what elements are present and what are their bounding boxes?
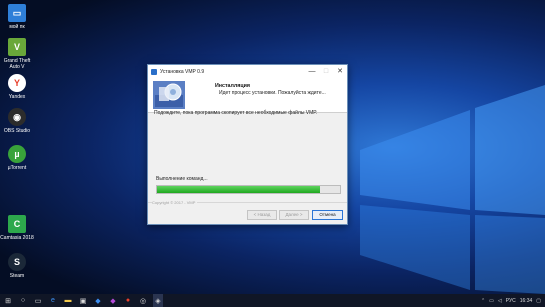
desktop-icon-utorrent[interactable]: µ µTorrent — [0, 145, 34, 171]
desktop-icon-gta[interactable]: V Grand Theft Auto V — [0, 38, 34, 70]
desktop-icon-obs[interactable]: ◉ OBS Studio — [0, 108, 34, 134]
next-button[interactable]: Далее > — [279, 210, 309, 220]
search-icon[interactable]: ○ — [18, 294, 28, 307]
installer-logo-icon — [153, 81, 185, 109]
dialog-header: Инсталляция Идет процесс установки. Пожа… — [148, 78, 347, 113]
utorrent-icon: µ — [8, 145, 26, 163]
desktop-icon-computer[interactable]: ▭ мой пк — [0, 4, 34, 30]
network-icon[interactable]: ▭ — [489, 298, 494, 304]
task-view-icon[interactable]: ▭ — [33, 294, 43, 307]
maximize-button[interactable]: □ — [319, 65, 333, 78]
back-button[interactable]: < Назад — [247, 210, 277, 220]
obs-icon: ◉ — [8, 108, 26, 126]
installer-taskbar-icon[interactable]: ◈ — [153, 294, 163, 307]
camtasia-icon: C — [8, 215, 26, 233]
app-icon[interactable]: ◆ — [93, 294, 103, 307]
computer-icon: ▭ — [8, 4, 26, 22]
app-icon-2[interactable]: ◆ — [108, 294, 118, 307]
installer-dialog: Установка VMP 0.9 — □ ✕ Инсталляция Идет… — [147, 64, 348, 225]
windows-start-icon[interactable]: ⊞ — [3, 294, 13, 307]
dialog-titlebar[interactable]: Установка VMP 0.9 — □ ✕ — [148, 65, 347, 78]
header-title: Инсталляция — [215, 83, 250, 89]
close-button[interactable]: ✕ — [333, 65, 347, 78]
volume-icon[interactable]: ◁ — [498, 298, 502, 304]
dialog-title: Установка VMP 0.9 — [160, 68, 205, 75]
store-icon[interactable]: ▣ — [78, 294, 88, 307]
steam-icon: S — [8, 253, 26, 271]
desktop-icon-steam[interactable]: S Steam — [0, 253, 34, 279]
installer-app-icon — [151, 68, 157, 75]
tray-up-chevron-icon[interactable]: ⌃ — [481, 298, 485, 304]
progress-status-label: Выполнение команд... — [156, 176, 208, 182]
language-indicator[interactable]: РУС — [506, 298, 516, 304]
copyright-text: Copyright © 2017 - VMP — [152, 200, 198, 205]
app-icon-4[interactable]: ◎ — [138, 294, 148, 307]
explorer-icon[interactable]: ▬ — [63, 294, 73, 307]
notification-icon[interactable]: ▢ — [536, 298, 541, 304]
gta-icon: V — [8, 38, 26, 56]
edge-icon[interactable]: e — [48, 294, 58, 307]
desktop-icon-yandex[interactable]: Y Yandex — [0, 74, 34, 100]
install-progress-bar — [156, 185, 341, 194]
header-subtitle: Идет процесс установки. Пожалуйста ждите… — [219, 90, 326, 96]
dialog-body-text: Подождите, пока программа скопирует все … — [154, 110, 318, 116]
minimize-button[interactable]: — — [305, 65, 319, 78]
taskbar: ⊞ ○ ▭ e ▬ ▣ ◆ ◆ ● ◎ ◈ ⌃ ▭ ◁ РУС 16:34 ▢ — [0, 294, 545, 307]
cancel-button[interactable]: Отмена — [312, 210, 343, 220]
desktop-icon-camtasia[interactable]: C Camtasia 2018 — [0, 215, 34, 241]
yandex-icon: Y — [8, 74, 26, 92]
app-icon-3[interactable]: ● — [123, 294, 133, 307]
system-tray: ⌃ ▭ ◁ РУС 16:34 ▢ — [477, 294, 541, 307]
progress-fill — [157, 186, 320, 193]
clock[interactable]: 16:34 — [520, 298, 533, 304]
